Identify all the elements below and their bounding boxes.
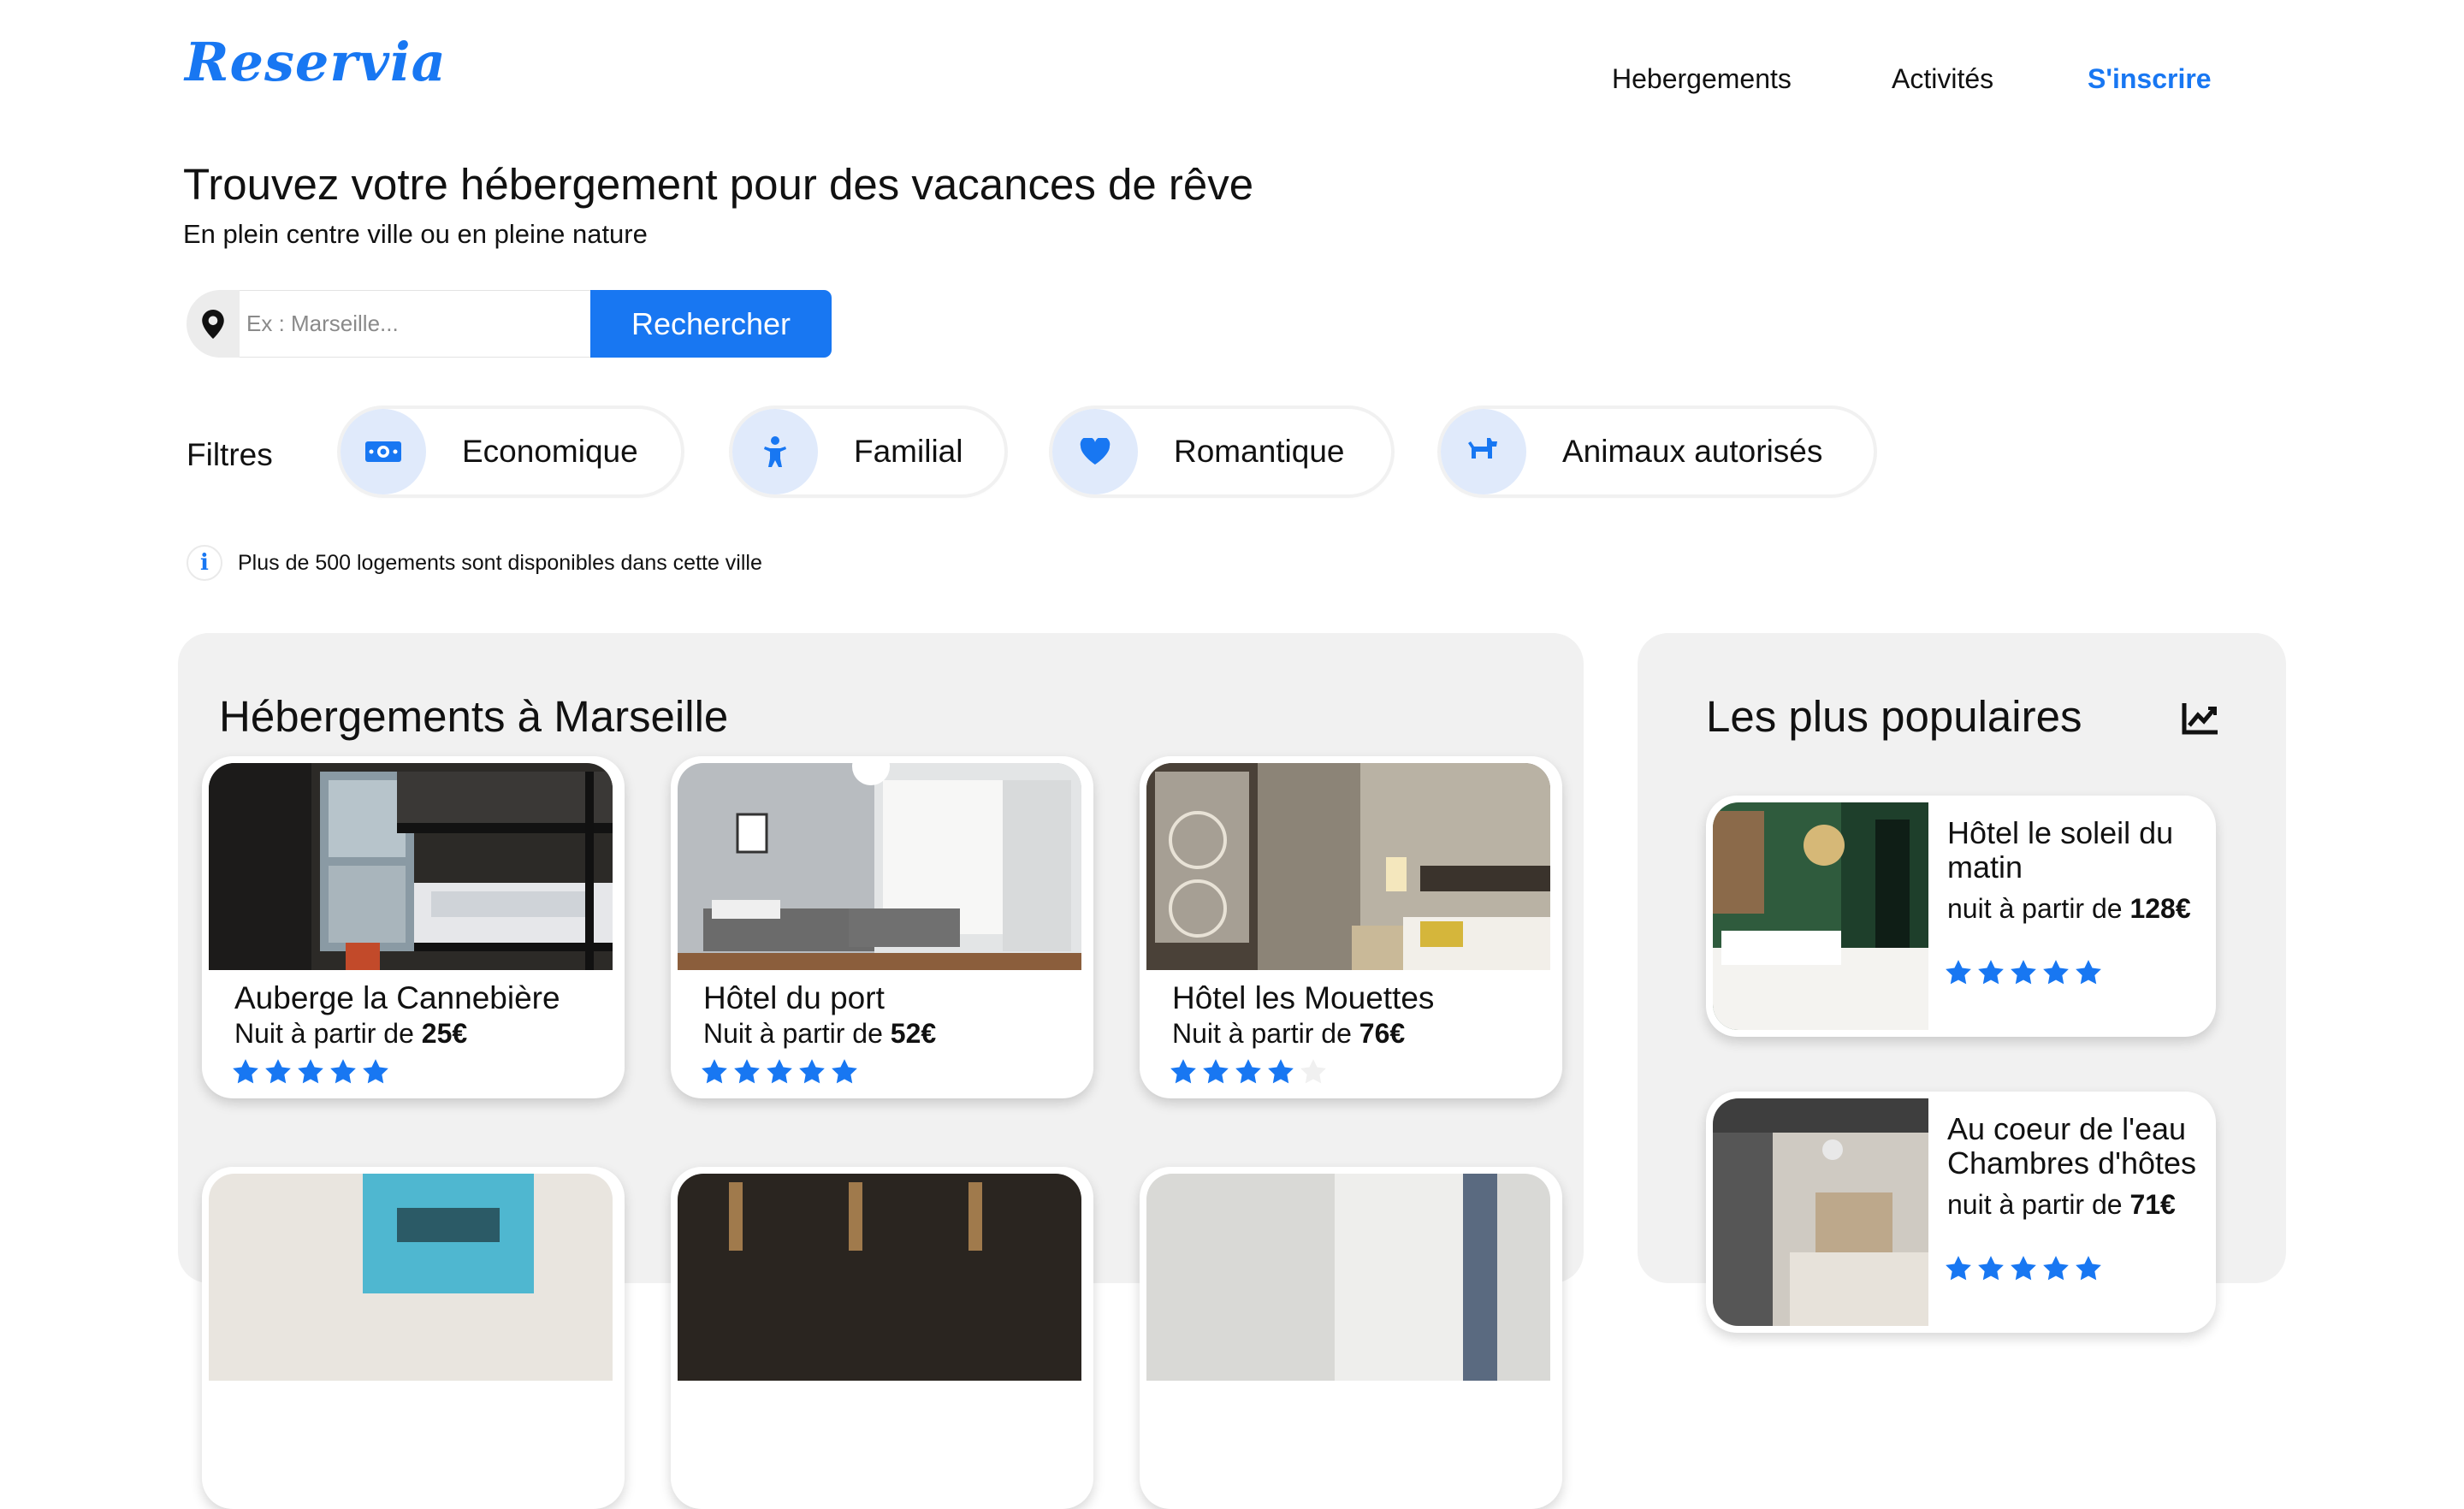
star-filled-icon [363,1059,388,1084]
filter-familial[interactable]: Familial [732,409,1004,494]
main-nav: Hebergements Activités S'inscrire [0,63,2464,106]
trend-chart-icon [2182,701,2219,740]
listing-name: Hôtel les Mouettes [1172,980,1435,1015]
filter-romantique[interactable]: Romantique [1052,409,1391,494]
search-bar: Rechercher [187,290,832,358]
filter-label: Romantique [1174,434,1345,469]
heart-icon [1052,409,1138,494]
rating-stars [1944,1254,2103,1283]
star-filled-icon [1268,1059,1294,1084]
popular-photo [1713,1098,1928,1326]
listing-photo [1146,1174,1550,1381]
listing-photo [209,763,613,970]
listing-card[interactable]: Hôtel du port Nuit à partir de 52€ [671,756,1093,1098]
popular-price: nuit à partir de 128€ [1947,893,2191,924]
star-filled-icon [2043,1256,2069,1281]
star-filled-icon [2076,1256,2101,1281]
listing-name: Hôtel du port [703,980,885,1015]
star-filled-icon [1978,1256,2004,1281]
search-input[interactable] [240,290,590,358]
nav-link-activites[interactable]: Activités [1892,63,1993,95]
star-filled-icon [2011,1256,2036,1281]
star-filled-icon [2043,960,2069,985]
listing-card[interactable]: Auberge la Cannebière Nuit à partir de 2… [202,756,625,1098]
child-icon [732,409,818,494]
star-filled-icon [330,1059,356,1084]
page-subtitle: En plein centre ville ou en pleine natur… [183,219,648,249]
filter-economique[interactable]: Economique [341,409,681,494]
star-filled-icon [799,1059,825,1084]
popular-photo [1713,802,1928,1030]
star-filled-icon [298,1059,323,1084]
listing-price: Nuit à partir de 52€ [703,1018,937,1049]
star-filled-icon [1946,1256,1971,1281]
star-filled-icon [767,1059,792,1084]
listing-card[interactable] [671,1167,1093,1509]
search-button[interactable]: Rechercher [590,290,832,358]
rating-stars [1169,1057,1328,1086]
filter-label: Animaux autorisés [1562,434,1823,469]
filter-label: Familial [854,434,963,469]
rating-stars [700,1057,859,1086]
popular-card[interactable]: Hôtel le soleil du matin nuit à partir d… [1706,796,2216,1037]
listing-price: Nuit à partir de 76€ [1172,1018,1406,1049]
star-filled-icon [832,1059,857,1084]
popular-name: Hôtel le soleil du matin [1947,815,2174,885]
nav-link-sinscrire[interactable]: S'inscrire [2088,63,2212,95]
rating-stars [1944,958,2103,987]
listings-title: Hébergements à Marseille [219,692,729,741]
listing-photo [678,1174,1081,1381]
listing-card[interactable] [202,1167,625,1509]
location-pin-icon [187,290,240,358]
star-filled-icon [1170,1059,1196,1084]
star-filled-icon [1235,1059,1261,1084]
star-filled-icon [2011,960,2036,985]
page-title: Trouvez votre hébergement pour des vacan… [183,160,1254,209]
star-empty-icon [1300,1059,1326,1084]
listing-price: Nuit à partir de 25€ [234,1018,468,1049]
popular-price: nuit à partir de 71€ [1947,1189,2176,1220]
info-notice: i Plus de 500 logements sont disponibles… [187,545,762,581]
nav-link-hebergements[interactable]: Hebergements [1612,63,1792,95]
popular-card[interactable]: Au coeur de l'eau Chambres d'hôtes nuit … [1706,1092,2216,1333]
info-icon: i [187,545,222,581]
listing-name: Auberge la Cannebière [234,980,560,1015]
star-filled-icon [1203,1059,1229,1084]
star-filled-icon [1946,960,1971,985]
listing-card[interactable] [1140,1167,1562,1509]
dog-icon [1441,409,1526,494]
listing-photo [209,1174,613,1381]
money-icon [341,409,426,494]
listing-photo [1146,763,1550,970]
star-filled-icon [1978,960,2004,985]
popular-title: Les plus populaires [1706,692,2082,741]
star-filled-icon [265,1059,291,1084]
info-text: Plus de 500 logements sont disponibles d… [238,550,762,575]
filter-animaux-autorises[interactable]: Animaux autorisés [1441,409,1874,494]
star-filled-icon [702,1059,727,1084]
star-filled-icon [2076,960,2101,985]
star-filled-icon [734,1059,760,1084]
star-filled-icon [233,1059,258,1084]
listing-card[interactable]: Hôtel les Mouettes Nuit à partir de 76€ [1140,756,1562,1098]
filter-label: Economique [462,434,638,469]
popular-name: Au coeur de l'eau Chambres d'hôtes [1947,1111,2197,1181]
filters-label: Filtres [187,437,273,472]
rating-stars [231,1057,390,1086]
listing-photo [678,763,1081,970]
